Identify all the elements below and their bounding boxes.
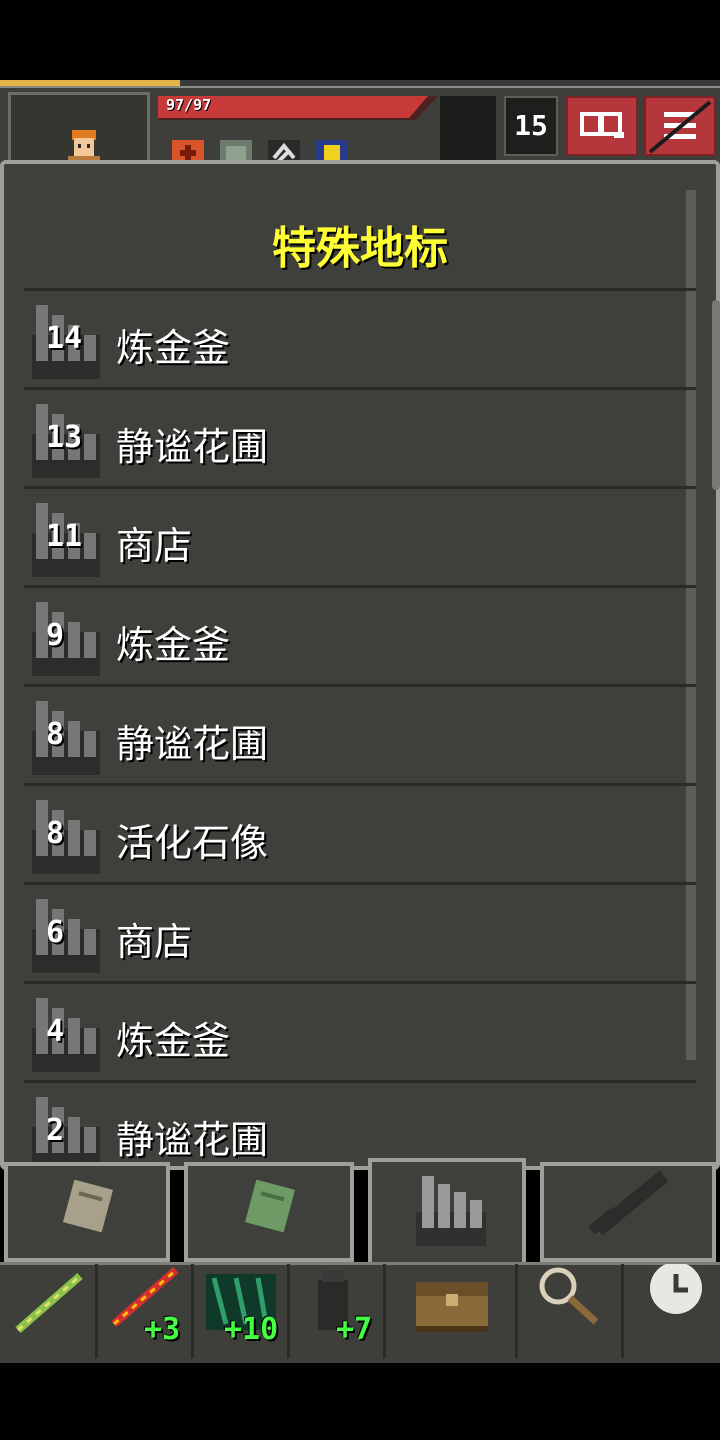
landmark-name: 静谧花圃	[116, 722, 269, 766]
landmark-row[interactable]: 8 活化石像	[24, 783, 696, 882]
sword-silhouette-icon	[588, 1170, 669, 1236]
menu-button[interactable]	[644, 96, 716, 156]
landmark-depth: 11	[46, 519, 83, 554]
landmark-name: 商店	[116, 524, 193, 568]
landmark-name: 炼金釜	[116, 1019, 231, 1063]
landmark-depth: 13	[46, 420, 83, 455]
quickslot-4[interactable]: +7	[292, 1264, 386, 1358]
landmark-row[interactable]: 8 静谧花圃	[24, 684, 696, 783]
landmark-row[interactable]: 4 炼金釜	[24, 981, 696, 1080]
landmark-depth: 9	[46, 618, 65, 653]
landmark-list[interactable]: 14 炼金釜 13 静谧花圃 11 商店 9 炼金釜 8 静谧花圃 8 活化石像 6 商店 4 炼金釜 2 静谧花…	[24, 288, 696, 1179]
landmark-name: 静谧花圃	[116, 1118, 269, 1162]
upgrade-level: +3	[144, 1312, 181, 1347]
health-text: 97/97	[166, 96, 212, 114]
tab-landmarks[interactable]	[368, 1158, 526, 1268]
tab-guide[interactable]	[184, 1162, 354, 1262]
journal-button[interactable]	[566, 96, 638, 156]
dungeon-view	[440, 96, 496, 160]
landmark-name: 炼金釜	[116, 326, 231, 370]
landmark-depth: 2	[46, 1113, 65, 1148]
clock-icon	[650, 1262, 702, 1314]
backpack-button[interactable]	[388, 1264, 518, 1358]
quickslot-1[interactable]	[4, 1264, 98, 1358]
landmark-depth: 8	[46, 816, 65, 851]
scroll-thumb[interactable]	[712, 300, 720, 490]
upgrade-level: +7	[336, 1312, 373, 1347]
wait-button[interactable]	[624, 1262, 720, 1358]
landmark-row[interactable]: 14 炼金釜	[24, 288, 696, 387]
landmark-row[interactable]: 9 炼金釜	[24, 585, 696, 684]
depth-indicator: 15	[504, 96, 558, 156]
landmark-row[interactable]: 11 商店	[24, 486, 696, 585]
landmark-name: 静谧花圃	[116, 425, 269, 469]
landmark-depth: 6	[46, 915, 65, 950]
landmark-row[interactable]: 6 商店	[24, 882, 696, 981]
journal-icon	[580, 112, 624, 138]
search-button[interactable]	[518, 1264, 624, 1358]
landmark-name: 商店	[116, 920, 193, 964]
menu-icon	[648, 100, 712, 154]
landmark-tab-icon	[416, 1176, 486, 1246]
hero-avatar-icon	[68, 130, 100, 164]
quickslot-2[interactable]: +3	[100, 1264, 194, 1358]
landmark-name: 炼金釜	[116, 623, 231, 667]
scroll-guide-icon	[244, 1179, 296, 1233]
chest-icon	[416, 1282, 488, 1332]
upgrade-level: +10	[224, 1312, 279, 1347]
landmark-row[interactable]: 13 静谧花圃	[24, 387, 696, 486]
scroll-note-icon	[62, 1179, 114, 1233]
window-title: 特殊地标	[272, 223, 448, 274]
quickslot-3[interactable]: +10	[196, 1264, 290, 1358]
landmark-depth: 8	[46, 717, 65, 752]
magnifier-icon	[539, 1267, 599, 1325]
landmark-depth: 14	[46, 321, 83, 356]
landmark-name: 活化石像	[116, 821, 269, 865]
landmark-depth: 4	[46, 1014, 65, 1049]
wand-green-icon	[15, 1272, 83, 1334]
tab-notes[interactable]	[4, 1162, 170, 1262]
tab-weapons[interactable]	[540, 1162, 716, 1262]
